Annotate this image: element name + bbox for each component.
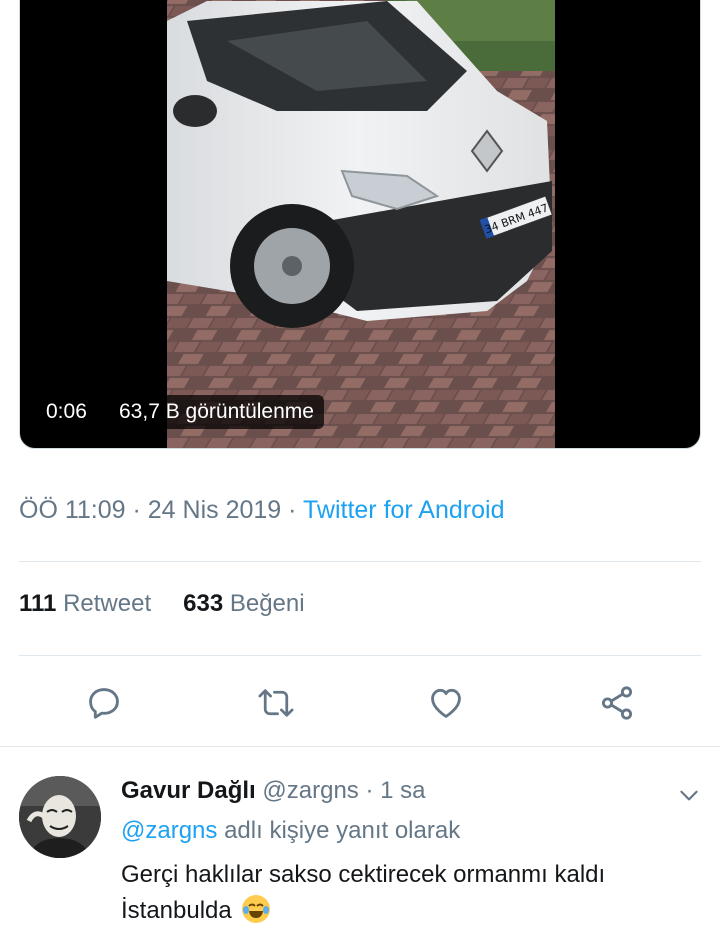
divider [19, 561, 701, 562]
heart-icon [431, 688, 461, 718]
reply-button[interactable] [79, 680, 129, 726]
replying-to-label: adlı kişiye yanıt olarak [224, 817, 461, 844]
video-frame: 34 BRM 447 [167, 0, 555, 448]
retweet-count: 111 [19, 590, 57, 617]
tweet-stats: 111 Retweet 633 Beğeni [19, 590, 305, 618]
video-views-badge: 63,7 B görüntülenme [109, 395, 324, 429]
tweet-video[interactable]: 34 BRM 447 0:06 63,7 B görüntülenme [19, 0, 701, 449]
like-button[interactable] [421, 680, 471, 726]
retweet-label: Retweet [63, 590, 152, 617]
meta-separator: · [288, 496, 297, 524]
like-stat[interactable]: 633 Beğeni [183, 590, 304, 617]
reply-header: Gavur Dağlı @zargns · 1 sa [121, 777, 426, 805]
tweet-date[interactable]: 24 Nis 2019 [148, 496, 281, 524]
retweet-stat[interactable]: 111 Retweet [19, 590, 151, 617]
avatar[interactable] [19, 776, 101, 858]
divider [19, 655, 701, 656]
meta-separator: · [132, 496, 141, 524]
reply-display-name[interactable]: Gavur Dağlı [121, 777, 256, 804]
replying-to: @zargns adlı kişiye yanıt olarak [121, 817, 460, 845]
reply-time[interactable]: 1 sa [380, 777, 425, 804]
tweet-meta: ÖÖ 11:09 · 24 Nis 2019 · Twitter for And… [19, 496, 504, 525]
retweet-arrows-icon [258, 689, 294, 717]
share-button[interactable] [592, 680, 642, 726]
like-count: 633 [183, 590, 224, 617]
reply-separator: · [365, 777, 374, 804]
tears-of-joy-emoji-icon [242, 895, 271, 923]
tweet-time: ÖÖ 11:09 [19, 496, 126, 524]
replying-to-handle[interactable]: @zargns [121, 817, 217, 844]
chevron-down-icon[interactable] [676, 782, 702, 808]
like-label: Beğeni [229, 590, 305, 617]
reply-text-body: Gerçi haklılar sakso cektirecek ormanmı … [121, 861, 606, 924]
video-duration-badge: 0:06 [36, 395, 97, 429]
share-nodes-icon [601, 686, 633, 720]
reply-text: Gerçi haklılar sakso cektirecek ormanmı … [121, 857, 701, 929]
divider [0, 746, 720, 747]
retweet-button[interactable] [251, 680, 301, 726]
tweet-source-link[interactable]: Twitter for Android [303, 496, 504, 524]
reply-handle[interactable]: @zargns [262, 777, 358, 804]
speech-bubble-icon [89, 688, 119, 719]
